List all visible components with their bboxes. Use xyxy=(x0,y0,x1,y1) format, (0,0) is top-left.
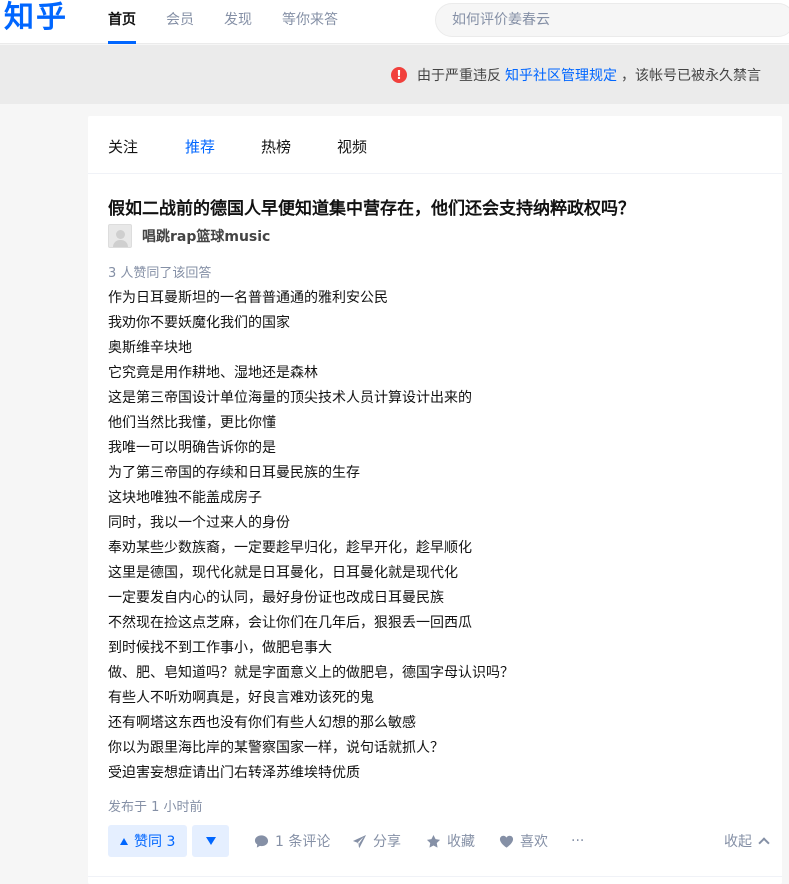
favorite-button[interactable]: 收藏 xyxy=(426,825,475,857)
more-icon: ··· xyxy=(571,833,585,849)
avatar[interactable] xyxy=(108,224,132,248)
ban-notice-content: ! 由于严重违反 知乎社区管理规定 ，该帐号已被永久禁言 xyxy=(391,65,761,85)
tab-following[interactable]: 关注 xyxy=(108,136,138,157)
publish-time[interactable]: 发布于 1 小时前 xyxy=(108,796,203,815)
answer-line: 你以为跟里海比岸的某警察国家一样，说句话就抓人？ xyxy=(108,740,444,756)
answer-line: 受迫害妄想症请出门右转泽苏维埃特优质 xyxy=(108,765,360,781)
comment-button[interactable]: 1 条评论 xyxy=(254,825,330,857)
answer-line: 做、肥、皂知道吗？就是字面意义上的做肥皂，德国字母认识吗？ xyxy=(108,665,514,681)
share-button[interactable]: 分享 xyxy=(352,825,401,857)
feed-card: 关注 推荐 热榜 视频 假如二战前的德国人早便知道集中营存在，他们还会支持纳粹政… xyxy=(88,116,782,884)
feed-tabs: 关注 推荐 热榜 视频 xyxy=(88,116,782,174)
comment-icon xyxy=(254,834,269,848)
answer-line: 这块地唯独不能盖成房子 xyxy=(108,490,262,506)
like-label: 喜欢 xyxy=(520,834,548,850)
zhihu-logo[interactable]: 知乎 xyxy=(4,0,68,36)
answer-line: 为了第三帝国的存续和日耳曼民族的生存 xyxy=(108,465,360,481)
answer-line: 我唯一可以明确告诉你的是 xyxy=(108,440,276,456)
vote-count-text: 3 人赞同了该回答 xyxy=(108,266,212,281)
tab-recommended[interactable]: 推荐 xyxy=(185,136,215,157)
question-title[interactable]: 假如二战前的德国人早便知道集中营存在，他们还会支持纳粹政权吗？ xyxy=(108,194,635,219)
answer-line: 它究竟是用作耕地、湿地还是森林 xyxy=(108,365,318,381)
triangle-up-icon xyxy=(120,837,128,845)
tab-hot-list[interactable]: 热榜 xyxy=(261,136,291,157)
share-label: 分享 xyxy=(373,834,401,850)
divider xyxy=(88,876,782,877)
downvote-button[interactable] xyxy=(192,825,229,857)
answer-content: 作为日耳曼斯坦的一名普普通通的雅利安公民 我劝你不要妖魔化我们的国家 奥斯维辛块… xyxy=(108,286,768,786)
top-navigation-bar: 知乎 首页 会员 发现 等你来答 xyxy=(0,0,789,44)
search-input[interactable] xyxy=(435,3,789,37)
answer-line: 奥斯维辛块地 xyxy=(108,340,192,356)
answer-action-bar: 赞同 3 1 条评论 分享 收藏 喜欢 ··· 收起 xyxy=(108,825,770,857)
ban-notice-suffix: ，该帐号已被永久禁言 xyxy=(621,68,761,84)
more-options-button[interactable]: ··· xyxy=(571,825,584,857)
share-icon xyxy=(352,834,367,848)
answer-line: 还有啊塔这东西也没有你们有些人幻想的那么敏感 xyxy=(108,715,416,731)
answer-line: 这里是德国，现代化就是日耳曼化，日耳曼化就是现代化 xyxy=(108,565,458,581)
answer-line: 我劝你不要妖魔化我们的国家 xyxy=(108,315,290,331)
nav-waiting-answers[interactable]: 等你来答 xyxy=(282,0,338,44)
answer-line: 同时，我以一个过来人的身份 xyxy=(108,515,290,531)
answer-line: 作为日耳曼斯坦的一名普普通通的雅利安公民 xyxy=(108,290,388,306)
answer-line: 一定要发自内心的认同，最好身份证也改成日耳曼民族 xyxy=(108,590,444,606)
answer-line: 有些人不听劝啊真是，好良言难劝该死的鬼 xyxy=(108,690,374,706)
collapse-label: 收起 xyxy=(724,834,752,850)
collapse-button[interactable]: 收起 xyxy=(724,825,770,857)
answer-line: 这是第三帝国设计单位海量的顶尖技术人员计算设计出来的 xyxy=(108,390,472,406)
nav-membership[interactable]: 会员 xyxy=(166,0,194,44)
triangle-down-icon xyxy=(205,837,216,845)
nav-home[interactable]: 首页 xyxy=(108,0,136,44)
ban-notice-banner: ! 由于严重违反 知乎社区管理规定 ，该帐号已被永久禁言 xyxy=(0,45,789,104)
star-icon xyxy=(426,834,441,848)
favorite-label: 收藏 xyxy=(447,834,475,850)
main-nav: 首页 会员 发现 等你来答 xyxy=(108,0,368,44)
comment-label: 1 条评论 xyxy=(275,834,331,850)
author-info: 唱跳rap篮球music xyxy=(108,224,270,248)
upvote-label: 赞同 3 xyxy=(134,834,176,850)
author-name[interactable]: 唱跳rap篮球music xyxy=(142,226,270,246)
warning-circle-icon: ! xyxy=(391,67,407,83)
answer-line: 到时候找不到工作事小，做肥皂事大 xyxy=(108,640,332,656)
answer-line: 他们当然比我懂，更比你懂 xyxy=(108,415,276,431)
tab-video[interactable]: 视频 xyxy=(337,136,367,157)
nav-discover[interactable]: 发现 xyxy=(224,0,252,44)
heart-icon xyxy=(499,835,514,848)
community-rules-link[interactable]: 知乎社区管理规定 xyxy=(505,65,617,85)
upvote-button[interactable]: 赞同 3 xyxy=(108,825,188,857)
chevron-up-icon xyxy=(758,837,770,849)
answer-line: 不然现在捡这点芝麻，会让你们在几年后，狠狠丢一回西瓜 xyxy=(108,615,472,631)
like-button[interactable]: 喜欢 xyxy=(499,825,548,857)
ban-notice-prefix: 由于严重违反 xyxy=(417,68,501,84)
answer-line: 奉劝某些少数族裔，一定要趁早归化，趁早开化，趁早顺化 xyxy=(108,540,472,556)
